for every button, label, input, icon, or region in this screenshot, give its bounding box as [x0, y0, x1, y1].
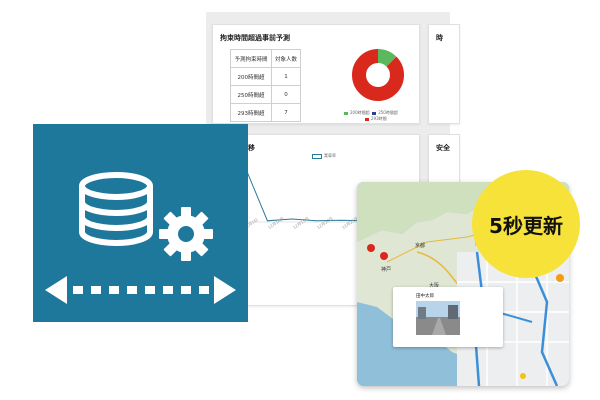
update-interval-badge: 5秒更新: [472, 170, 580, 278]
table-row: 200時間超 1: [230, 67, 301, 86]
forecast-panel-title: 拘束時間超過事前予測: [220, 34, 290, 42]
donut-chart: [352, 49, 404, 101]
table-cell: 293時間超: [230, 103, 272, 122]
table-header-row: 予測拘束時間 対象人数: [230, 49, 301, 68]
donut-legend-2: 293時間: [365, 116, 387, 122]
table-cell: 250時間超: [230, 85, 272, 104]
data-server-illustration: [45, 172, 236, 304]
legend-label: 250時間超: [378, 110, 398, 115]
forecast-panel: 拘束時間超過事前予測 予測拘束時間 対象人数 200時間超 1 250時間超 0…: [212, 24, 420, 124]
forecast-table: 予測拘束時間 対象人数 200時間超 1 250時間超 0 293時間超 7: [230, 49, 301, 122]
map-place-label: 神戸: [381, 267, 392, 273]
trend-legend: 実車率: [312, 153, 336, 159]
right-panel-title: 時: [436, 34, 443, 42]
table-cell: 0: [271, 85, 301, 104]
legend-swatch: [344, 111, 348, 115]
table-cell: 7: [271, 103, 301, 122]
data-server-card: [33, 124, 248, 322]
map-place-label: 京都: [415, 243, 426, 249]
legend-label: 293時間: [371, 116, 387, 121]
right-panel-partial: 時: [428, 24, 460, 124]
bottom-right-panel-title: 安全: [436, 144, 450, 152]
legend-label: 実車率: [324, 153, 336, 158]
table-row: 250時間超 0: [230, 85, 301, 104]
legend-swatch: [365, 117, 369, 121]
database-icon: [79, 172, 153, 246]
street-photo-image: [416, 301, 460, 335]
popup-driver-name: 田中太郎: [416, 294, 434, 299]
gear-icon: [159, 207, 213, 261]
table-header-cell: 対象人数: [271, 49, 301, 68]
table-cell: 1: [271, 67, 301, 86]
double-arrow-icon: [45, 276, 236, 304]
legend-label: 200時間超: [350, 110, 370, 115]
update-interval-text: 5秒更新: [489, 213, 563, 238]
map-vehicle-popup: 田中太郎: [393, 287, 503, 347]
table-row: 293時間超 7: [230, 103, 301, 122]
legend-swatch: [372, 111, 377, 115]
table-header-cell: 予測拘束時間: [230, 49, 272, 68]
legend-swatch: [312, 153, 322, 159]
street-photo: [416, 301, 460, 335]
table-cell: 200時間超: [230, 67, 272, 86]
